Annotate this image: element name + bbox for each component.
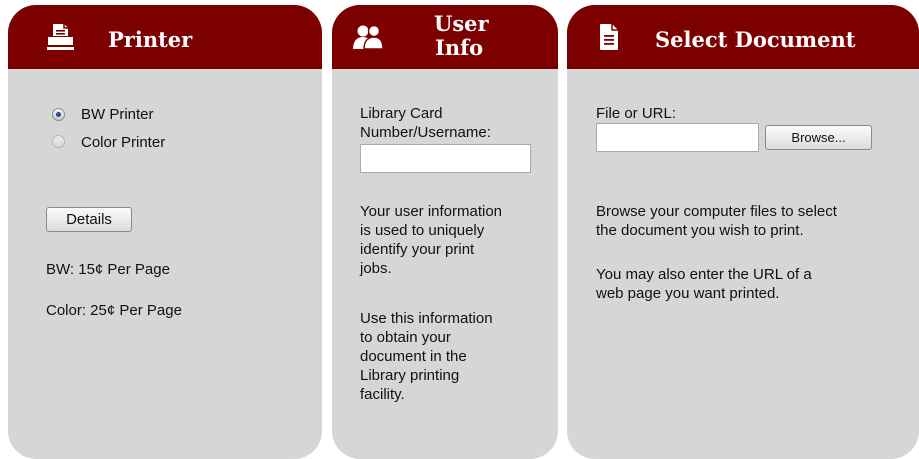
doc-desc2-line2: web page you want printed. bbox=[596, 285, 780, 302]
printer-panel: Printer BW Printer Color Printer Details… bbox=[8, 5, 322, 459]
select-document-panel: Select Document File or URL: Browse... B… bbox=[567, 5, 919, 459]
user-info-title-line1: User bbox=[434, 11, 489, 36]
browse-button[interactable]: Browse... bbox=[765, 125, 872, 150]
bw-printer-radio[interactable] bbox=[52, 108, 65, 121]
user-info-desc1-line1: Your user information bbox=[360, 203, 503, 220]
details-button[interactable]: Details bbox=[46, 207, 132, 232]
printer-panel-header: Printer bbox=[8, 5, 322, 69]
user-info-desc2-line4: Library printing bbox=[360, 367, 460, 384]
user-info-desc2-line1: Use this information bbox=[360, 310, 493, 327]
user-info-desc1-line4: jobs. bbox=[360, 260, 392, 277]
file-url-input[interactable] bbox=[596, 123, 759, 152]
user-info-desc2-line5: facility. bbox=[360, 386, 405, 403]
library-card-label-line2: Number/Username: bbox=[360, 124, 491, 141]
document-icon bbox=[600, 24, 618, 50]
file-url-label: File or URL: bbox=[596, 105, 677, 122]
bw-price: BW: 15¢ Per Page bbox=[46, 261, 170, 278]
doc-desc1-line2: the document you wish to print. bbox=[596, 222, 804, 239]
user-info-panel: User Info Library Card Number/Username: … bbox=[332, 5, 558, 459]
user-info-desc1-line2: is used to uniquely bbox=[360, 222, 485, 239]
select-document-panel-header: Select Document bbox=[567, 5, 919, 69]
library-card-label-line1: Library Card bbox=[360, 105, 443, 122]
user-info-desc2-line2: to obtain your bbox=[360, 329, 451, 346]
user-info-title-line2: Info bbox=[435, 35, 484, 60]
doc-desc2-line1: You may also enter the URL of a bbox=[596, 266, 812, 283]
color-printer-label[interactable]: Color Printer bbox=[81, 133, 165, 152]
library-card-input[interactable] bbox=[360, 144, 531, 173]
printer-title: Printer bbox=[108, 27, 193, 52]
bw-printer-label[interactable]: BW Printer bbox=[81, 105, 154, 124]
printer-icon bbox=[47, 24, 74, 50]
user-info-desc1-line3: identify your print bbox=[360, 241, 475, 258]
users-icon bbox=[353, 24, 384, 50]
select-document-title: Select Document bbox=[655, 27, 856, 52]
color-printer-radio[interactable] bbox=[52, 135, 65, 148]
color-price: Color: 25¢ Per Page bbox=[46, 302, 182, 319]
doc-desc1-line1: Browse your computer files to select bbox=[596, 203, 837, 220]
user-info-desc2-line3: document in the bbox=[360, 348, 467, 365]
user-info-panel-header: User Info bbox=[332, 5, 558, 69]
